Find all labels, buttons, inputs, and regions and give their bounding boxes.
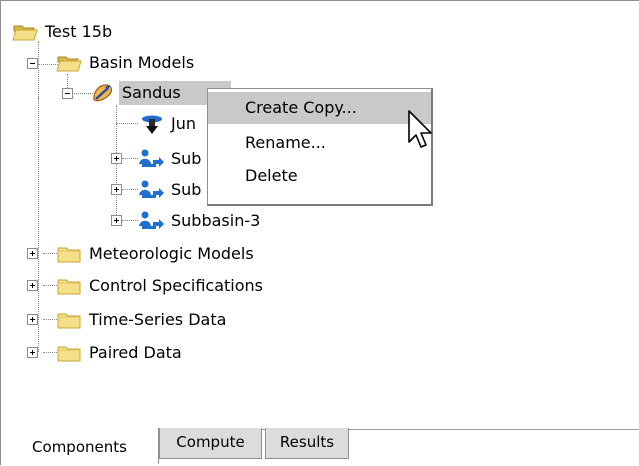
tree-connector [38,64,58,65]
tab-components[interactable]: Components [1,428,159,464]
tree-connector [116,123,138,124]
expand-paired-data-toggle[interactable] [27,347,38,358]
tab-results[interactable]: Results [265,428,349,459]
tree-node-time-series-data[interactable]: Time-Series Data [56,307,229,333]
subbasin-icon [138,148,164,170]
tab-strip: Components Compute Results [1,428,639,466]
expand-subbasin-toggle[interactable] [111,153,122,164]
tree-node-project[interactable]: Test 15b [12,19,115,45]
tree-node-label: Control Specifications [89,276,263,295]
tree-connector [43,253,57,254]
subbasin-icon [138,210,164,232]
tree-node-control-specifications[interactable]: Control Specifications [56,273,266,299]
tree-node-subbasin[interactable]: Sub [138,177,204,203]
tree-node-label: Paired Data [89,343,182,362]
tree-connector [122,189,138,190]
expand-control-specifications-toggle[interactable] [27,280,38,291]
folder-open-icon [56,52,82,74]
collapse-basin-toggle[interactable] [62,88,73,99]
expand-subbasin-toggle[interactable] [111,215,122,226]
tree-node-subbasin[interactable]: Sub [138,146,204,172]
folder-open-icon [12,21,38,43]
components-panel: Test 15b Basin Models Sandus Jun Sub Sub… [0,0,639,465]
tree-node-subbasin[interactable]: Subbasin-3 [138,208,263,234]
tree-node-label: Test 15b [45,22,113,41]
menu-item-create-copy[interactable]: Create Copy... [208,92,431,124]
expand-meteorologic-models-toggle[interactable] [27,248,38,259]
folder-icon [56,309,82,331]
tab-compute[interactable]: Compute [159,428,262,459]
folder-icon [56,342,82,364]
tree-node-label: Sub [171,149,202,168]
junction-icon [140,113,164,135]
context-menu: Create Copy... Rename... Delete [207,88,433,206]
tree-connector [38,96,39,352]
tree-node-label: Time-Series Data [89,310,227,329]
mouse-pointer-icon [407,109,433,151]
tree-node-label: Basin Models [89,53,195,72]
tree-connector [71,93,93,94]
tree-connector [43,352,57,353]
tree-node-label: Subbasin-3 [171,211,261,230]
tree-connector [122,220,138,221]
tree-node-label: Jun [171,114,196,133]
tree-connector [122,158,138,159]
expand-subbasin-toggle[interactable] [111,184,122,195]
tree-node-label: Meteorologic Models [89,244,254,263]
menu-item-rename[interactable]: Rename... [208,127,431,159]
subbasin-icon [138,179,164,201]
folder-icon [56,243,82,265]
tree-connector [43,285,57,286]
tree-node-paired-data[interactable]: Paired Data [56,340,185,366]
menu-item-delete[interactable]: Delete [208,160,431,192]
tree-connector [43,319,57,320]
collapse-basin-models-toggle[interactable] [27,58,38,69]
basin-model-icon [91,82,115,104]
tree-node-basin-models[interactable]: Basin Models [56,50,197,76]
tree-node-label: Sub [171,180,202,199]
tree-node-meteorologic-models[interactable]: Meteorologic Models [56,241,257,267]
tree-connector [38,41,39,99]
expand-time-series-data-toggle[interactable] [27,314,38,325]
folder-icon [56,275,82,297]
tree-node-junction[interactable]: Jun [140,111,199,137]
